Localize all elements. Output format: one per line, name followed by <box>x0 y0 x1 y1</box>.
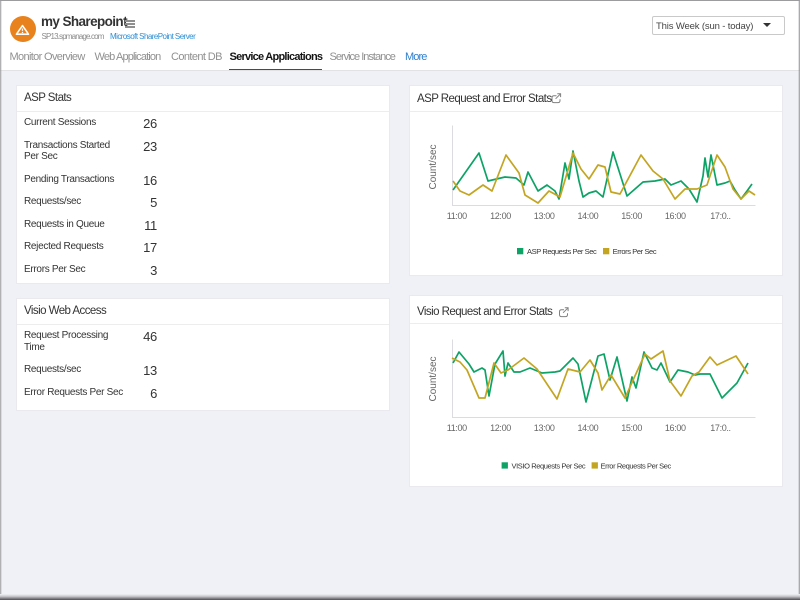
svg-text:16:00: 16:00 <box>665 423 686 433</box>
svg-text:16:00: 16:00 <box>665 211 686 221</box>
svg-text:15:00: 15:00 <box>621 211 642 221</box>
svg-text:VISIO Requests Per Sec: VISIO Requests Per Sec <box>512 461 586 470</box>
svg-text:12:00: 12:00 <box>490 211 511 221</box>
svg-text:Count/sec: Count/sec <box>428 356 439 401</box>
svg-text:14:00: 14:00 <box>578 423 599 433</box>
svg-text:12:00: 12:00 <box>490 423 511 433</box>
svg-text:13:00: 13:00 <box>534 423 555 433</box>
svg-text:15:00: 15:00 <box>621 423 642 433</box>
svg-text:17:0..: 17:0.. <box>710 211 730 221</box>
svg-text:17:0..: 17:0.. <box>710 423 730 433</box>
svg-text:13:00: 13:00 <box>534 211 555 221</box>
svg-text:11:00: 11:00 <box>447 211 467 221</box>
svg-text:11:00: 11:00 <box>447 423 467 433</box>
svg-text:Errors Per Sec: Errors Per Sec <box>613 247 657 256</box>
svg-text:Error Requests Per Sec: Error Requests Per Sec <box>601 461 672 470</box>
svg-text:14:00: 14:00 <box>578 211 599 221</box>
svg-text:ASP Requests Per Sec: ASP Requests Per Sec <box>527 247 597 256</box>
svg-text:Count/sec: Count/sec <box>428 144 439 189</box>
